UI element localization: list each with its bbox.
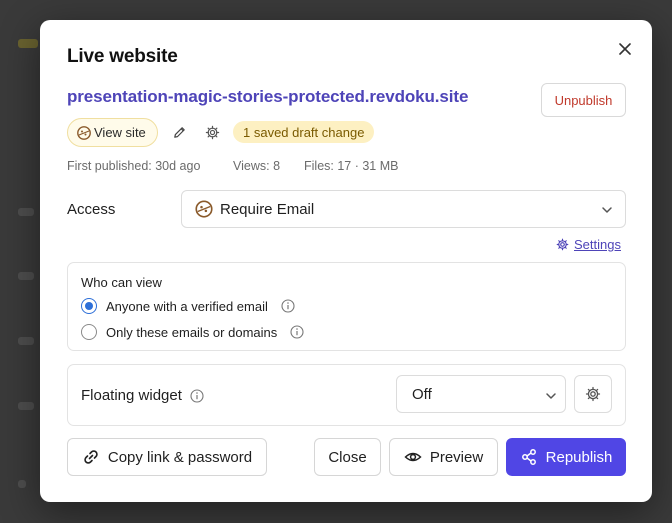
background-item [18,480,26,488]
views-count-text: Views: 8 [233,159,281,173]
access-label: Access [67,201,116,218]
pencil-icon[interactable] [168,121,190,143]
background-item [18,402,34,410]
access-value: Require Email [220,200,315,218]
copy-link-label: Copy link & password [107,448,253,466]
background-item [18,337,34,345]
widget-settings-button[interactable] [574,375,612,413]
close-icon[interactable] [614,38,636,60]
background-item [18,272,34,280]
gear-icon[interactable] [201,121,223,143]
access-settings-link[interactable]: Settings [556,237,621,252]
dialog-title: Live website [67,46,178,67]
gear-icon [556,238,569,251]
eye-icon [404,448,422,466]
copy-link-button[interactable]: Copy link & password [67,438,267,476]
radio-option-verified-email[interactable]: Anyone with a verified email [81,298,295,314]
radio-label: Only these emails or domains [106,324,278,340]
floating-widget-value: Off [412,385,432,403]
share-icon [520,448,538,466]
republish-button[interactable]: Republish [506,438,626,476]
info-icon[interactable] [281,299,295,313]
preview-button[interactable]: Preview [389,438,498,476]
preview-label: Preview [429,448,484,466]
view-site-label: View site [94,125,146,140]
floating-widget-label: Floating widget [81,387,182,404]
info-icon[interactable] [190,388,204,403]
close-button[interactable]: Close [314,438,381,476]
radio-option-specific-emails[interactable]: Only these emails or domains [81,324,304,340]
unpublish-button[interactable]: Unpublish [541,83,626,117]
gear-icon [585,386,601,402]
republish-label: Republish [545,448,613,466]
info-icon[interactable] [290,325,304,339]
first-published-text: First published: 30d ago [67,159,201,173]
who-can-view-title: Who can view [81,275,162,290]
radio-button[interactable] [81,324,97,340]
background-item [18,208,34,216]
background-item [18,39,38,48]
access-select[interactable]: Require Email [181,190,626,228]
site-domain-link[interactable]: presentation-magic-stories-protected.rev… [67,87,468,107]
radio-label: Anyone with a verified email [106,298,268,314]
files-info-text: Files: 17 · 31 MB [304,159,399,173]
live-website-dialog: Live website presentation-magic-stories-… [40,20,652,502]
who-can-view-panel: Who can view Anyone with a verified emai… [67,262,626,351]
link-icon [82,448,100,466]
chevron-down-icon [545,389,557,406]
chevron-down-icon [601,203,613,220]
settings-link-label: Settings [574,237,621,252]
cookie-globe-icon [76,125,92,141]
radio-button[interactable] [81,298,97,314]
floating-widget-select[interactable]: Off [396,375,566,413]
floating-widget-panel: Floating widget Off [67,364,626,426]
draft-change-badge: 1 saved draft change [233,121,375,143]
floating-widget-label-row: Floating widget [81,387,204,404]
view-site-button[interactable]: View site [67,118,158,147]
cookie-globe-icon [194,199,214,219]
